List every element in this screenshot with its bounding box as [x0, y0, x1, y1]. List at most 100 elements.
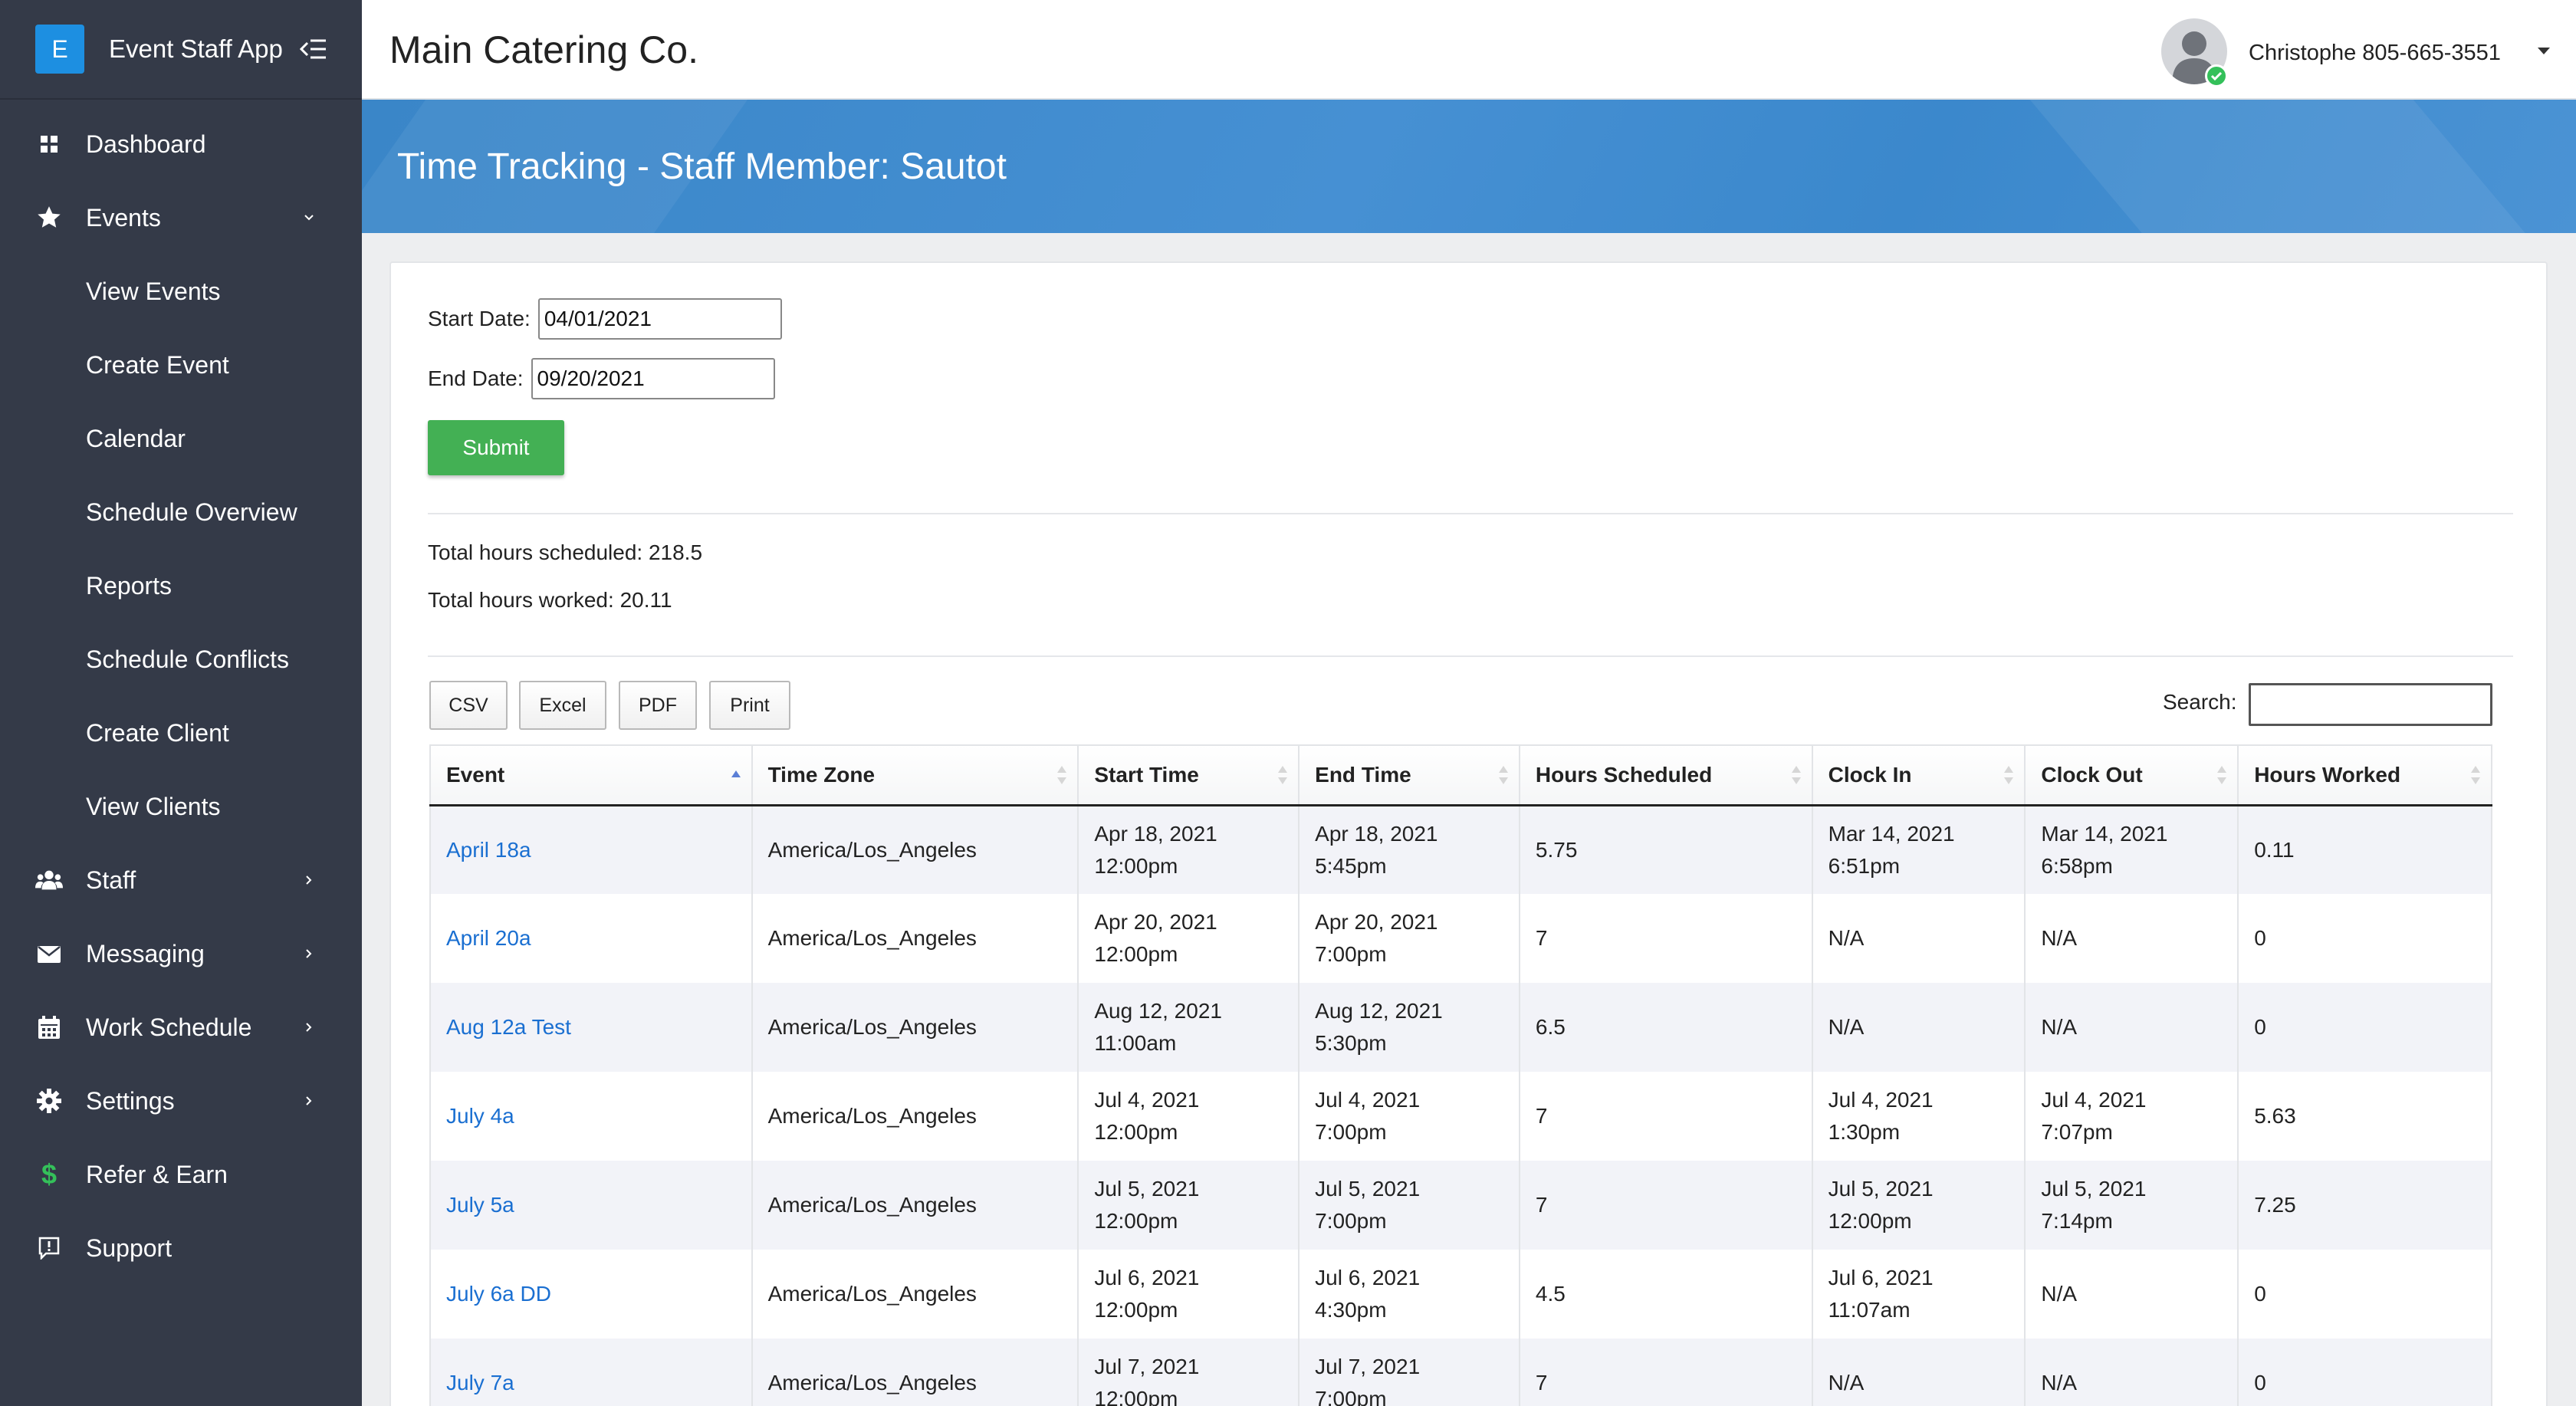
app-logo[interactable]: E	[35, 25, 84, 74]
sidebar-item-label: Create Client	[86, 718, 229, 747]
sidebar-item-staff[interactable]: Staff	[0, 843, 362, 917]
table-row: July 6a DD America/Los_Angeles Jul 6, 20…	[429, 1250, 2492, 1339]
excel-export-button[interactable]: Excel	[519, 681, 606, 730]
start-date-input[interactable]	[537, 298, 782, 340]
column-header-hours-scheduled[interactable]: Hours Scheduled	[1518, 744, 1812, 806]
company-name: Main Catering Co.	[389, 28, 698, 71]
print-button[interactable]: Print	[709, 681, 790, 730]
table-row: July 5a America/Los_Angeles Jul 5, 2021 1…	[429, 1161, 2492, 1250]
end-date: Apr 18, 2021	[1315, 821, 1438, 846]
online-status-icon	[2205, 64, 2228, 87]
cell-hours-scheduled: 7	[1518, 1161, 1812, 1250]
event-link[interactable]: July 7a	[446, 1371, 514, 1395]
sidebar-item-settings[interactable]: Settings	[0, 1064, 362, 1138]
start-date-label: Start Date:	[428, 307, 531, 330]
event-link[interactable]: Aug 12a Test	[446, 1015, 571, 1039]
column-header-event[interactable]: Event	[429, 744, 752, 806]
event-link[interactable]: April 18a	[446, 838, 531, 862]
event-link[interactable]: July 5a	[446, 1193, 514, 1217]
cell-end-time: Jul 6, 2021 4:30pm	[1298, 1250, 1520, 1339]
cell-start-time: Jul 6, 2021 12:00pm	[1077, 1250, 1300, 1339]
event-link[interactable]: July 6a DD	[446, 1282, 551, 1306]
user-menu-caret-icon[interactable]	[2538, 48, 2550, 54]
sidebar-item-reports[interactable]: Reports	[0, 549, 362, 623]
app-name[interactable]: Event Staff App	[109, 34, 283, 64]
pdf-export-button[interactable]: PDF	[619, 681, 697, 730]
csv-export-button[interactable]: CSV	[429, 681, 508, 730]
sidebar-item-view-clients[interactable]: View Clients	[0, 770, 362, 843]
cell-hours-scheduled: 7	[1518, 1339, 1812, 1406]
end-time: 5:30pm	[1315, 1031, 1387, 1055]
user-menu-name[interactable]: Christophe 805-665-3551	[2249, 0, 2501, 100]
sort-icon	[1791, 766, 1801, 784]
start-date: Jul 7, 2021	[1094, 1355, 1200, 1378]
column-header-label: Time Zone	[767, 762, 876, 787]
cell-end-time: Jul 5, 2021 7:00pm	[1298, 1161, 1520, 1250]
sidebar-item-label: Reports	[86, 571, 172, 600]
cell-hours-worked: 0	[2237, 1339, 2492, 1406]
start-time: 12:00pm	[1094, 942, 1178, 966]
cell-clock-out: Jul 4, 2021 7:07pm	[2024, 1072, 2239, 1161]
sidebar-item-dashboard[interactable]: Dashboard	[0, 107, 362, 181]
clock-in-time: 6:51pm	[1828, 853, 1901, 878]
cell-clock-in: Jul 4, 2021 1:30pm	[1811, 1072, 2026, 1161]
sidebar-item-schedule-conflicts[interactable]: Schedule Conflicts	[0, 623, 362, 696]
sidebar-item-schedule-overview[interactable]: Schedule Overview	[0, 475, 362, 549]
sidebar-item-work-schedule[interactable]: Work Schedule	[0, 990, 362, 1064]
content-card: Start Date: End Date: Submit Total hours…	[389, 261, 2548, 1406]
start-date: Apr 18, 2021	[1094, 821, 1217, 846]
column-header-clock-in[interactable]: Clock In	[1811, 744, 2026, 806]
sidebar-item-label: Work Schedule	[86, 1013, 252, 1041]
submit-button[interactable]: Submit	[428, 420, 564, 475]
cell-hours-scheduled: 6.5	[1518, 983, 1812, 1072]
clock-in-date: Jul 4, 2021	[1828, 1088, 1934, 1112]
time-tracking-table: Event Time Zone Start Time End Time Hour…	[429, 744, 2492, 1406]
sidebar-item-messaging[interactable]: Messaging	[0, 917, 362, 990]
collapse-sidebar-icon[interactable]	[299, 38, 327, 61]
event-link[interactable]: July 4a	[446, 1104, 514, 1128]
sidebar-item-view-events[interactable]: View Events	[0, 255, 362, 328]
sidebar-item-label: View Clients	[86, 792, 221, 820]
sidebar-item-calendar[interactable]: Calendar	[0, 402, 362, 475]
cell-hours-worked: 0	[2237, 1250, 2492, 1339]
cell-start-time: Jul 5, 2021 12:00pm	[1077, 1161, 1300, 1250]
envelope-icon	[35, 940, 63, 967]
calendar-icon	[35, 1013, 63, 1041]
sidebar-nav: Dashboard Events View Events Create Even…	[0, 100, 362, 1285]
cell-start-time: Apr 18, 2021 12:00pm	[1077, 805, 1300, 894]
event-link[interactable]: April 20a	[446, 926, 531, 950]
sidebar-item-refer-earn[interactable]: $ Refer & Earn	[0, 1138, 362, 1211]
column-header-clock-out[interactable]: Clock Out	[2024, 744, 2239, 806]
cell-clock-in: N/A	[1811, 983, 2026, 1072]
sidebar-item-support[interactable]: Support	[0, 1211, 362, 1285]
end-date: Aug 12, 2021	[1315, 999, 1443, 1023]
column-header-hours-worked[interactable]: Hours Worked	[2237, 744, 2492, 806]
sidebar-item-create-event[interactable]: Create Event	[0, 328, 362, 402]
start-date: Jul 6, 2021	[1094, 1266, 1200, 1289]
column-header-time-zone[interactable]: Time Zone	[751, 744, 1079, 806]
clock-in-time: 12:00pm	[1828, 1209, 1912, 1233]
table-header-row: Event Time Zone Start Time End Time Hour…	[429, 744, 2492, 806]
cell-hours-worked: 0.11	[2237, 805, 2492, 894]
sidebar-item-create-client[interactable]: Create Client	[0, 696, 362, 770]
dollar-icon: $	[41, 1158, 58, 1190]
cell-clock-out: Jul 5, 2021 7:14pm	[2024, 1161, 2239, 1250]
column-header-label: Start Time	[1094, 762, 1199, 787]
cell-hours-worked: 7.25	[2237, 1161, 2492, 1250]
cell-start-time: Jul 7, 2021 12:00pm	[1077, 1339, 1300, 1406]
sidebar-item-label: View Events	[86, 277, 221, 305]
top-bar: Main Catering Co. Christophe 805-665-355…	[362, 0, 2576, 100]
users-icon	[35, 866, 63, 894]
sort-icon	[1278, 766, 1288, 784]
cell-clock-in: N/A	[1811, 894, 2026, 983]
column-header-end-time[interactable]: End Time	[1298, 744, 1520, 806]
support-chat-icon	[35, 1234, 63, 1262]
sidebar-item-label: Support	[86, 1234, 172, 1262]
end-date-input[interactable]	[531, 358, 775, 399]
search-input[interactable]	[2249, 683, 2492, 726]
column-header-start-time[interactable]: Start Time	[1077, 744, 1300, 806]
sidebar-item-events[interactable]: Events	[0, 181, 362, 255]
cell-time-zone: America/Los_Angeles	[751, 983, 1079, 1072]
cell-event: July 5a	[429, 1161, 752, 1250]
start-time: 11:00am	[1094, 1031, 1177, 1055]
